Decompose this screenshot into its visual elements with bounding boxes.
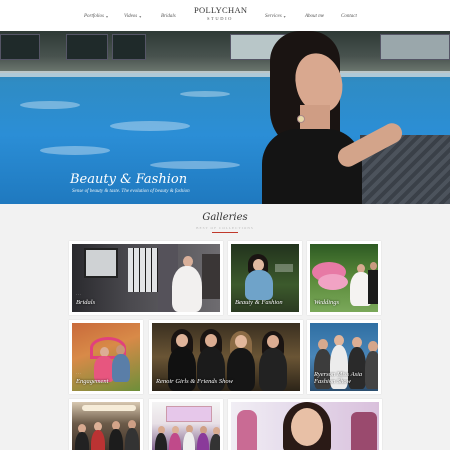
- nav-label: Videos: [124, 13, 138, 19]
- nav-label: Bridals: [161, 13, 176, 19]
- title-underline: [212, 232, 238, 233]
- tile-label: Engagement: [76, 378, 109, 385]
- tile-label: Weddings: [314, 299, 340, 306]
- nav-item-videos[interactable]: Videos ▾: [124, 11, 141, 21]
- hero-banner: Beauty & Fashion Sense of beauty & taste…: [0, 31, 450, 204]
- logo-subtext: STUDIO: [206, 16, 234, 21]
- studio-logo[interactable]: POLLYCHAN STUDIO: [194, 5, 248, 27]
- chevron-down-icon: ▾: [106, 13, 109, 19]
- gallery-tile-bridals[interactable]: · · · Bridals: [69, 241, 223, 315]
- tile-label: Renoir Girls & Friends Show: [156, 378, 233, 385]
- galleries-subtitle: BEST OF COLLECTIONS: [196, 226, 254, 230]
- nav-item-services[interactable]: Services ▾: [265, 11, 286, 21]
- gallery-tile-ryerson-miss-asia[interactable]: Ryerson Miss Asia Fashion Show: [307, 320, 381, 394]
- nav-label: Services: [265, 13, 282, 19]
- gallery-tile-weddings[interactable]: Weddings: [307, 241, 381, 315]
- logo-text: POLLYCHAN: [194, 5, 248, 15]
- gallery-tile-7[interactable]: [69, 399, 143, 450]
- tile-label: Ryerson Miss Asia Fashion Show: [314, 371, 363, 385]
- nav-label: Portfolios: [84, 13, 105, 19]
- tile-label: Beauty & Fashion: [235, 299, 283, 306]
- chevron-down-icon: ▾: [139, 13, 142, 19]
- nav-label: Contact: [341, 13, 357, 19]
- nav-item-contact[interactable]: Contact: [341, 11, 357, 21]
- gallery-tile-8[interactable]: [149, 399, 223, 450]
- chevron-down-icon: ▾: [283, 13, 286, 19]
- top-nav: Portfolios ▾ Videos ▾ Bridals POLLYCHAN ST…: [0, 0, 450, 31]
- gallery-tile-renoir-girls[interactable]: Renoir Girls & Friends Show: [149, 320, 303, 394]
- tile-label: Bridals: [76, 299, 96, 306]
- gallery-tile-beauty-fashion[interactable]: Beauty & Fashion: [228, 241, 302, 315]
- hero-subtitle: Sense of beauty & taste. The evolution o…: [72, 189, 190, 194]
- nav-label: About me: [305, 13, 325, 19]
- tile-meta: · · ·: [76, 293, 82, 297]
- earring: [297, 115, 305, 123]
- hero-title: Beauty & Fashion: [70, 172, 188, 187]
- nav-item-about[interactable]: About me: [305, 11, 324, 21]
- gallery-tile-9[interactable]: [228, 399, 382, 450]
- nav-item-bridals[interactable]: Bridals: [161, 11, 176, 21]
- hero-background-building: [0, 31, 450, 73]
- galleries-title: Galleries: [202, 212, 248, 223]
- tile-meta: · · ·: [76, 372, 82, 376]
- gallery-tile-engagement[interactable]: · · · Engagement: [69, 320, 143, 394]
- nav-item-portfolios[interactable]: Portfolios ▾: [84, 11, 108, 21]
